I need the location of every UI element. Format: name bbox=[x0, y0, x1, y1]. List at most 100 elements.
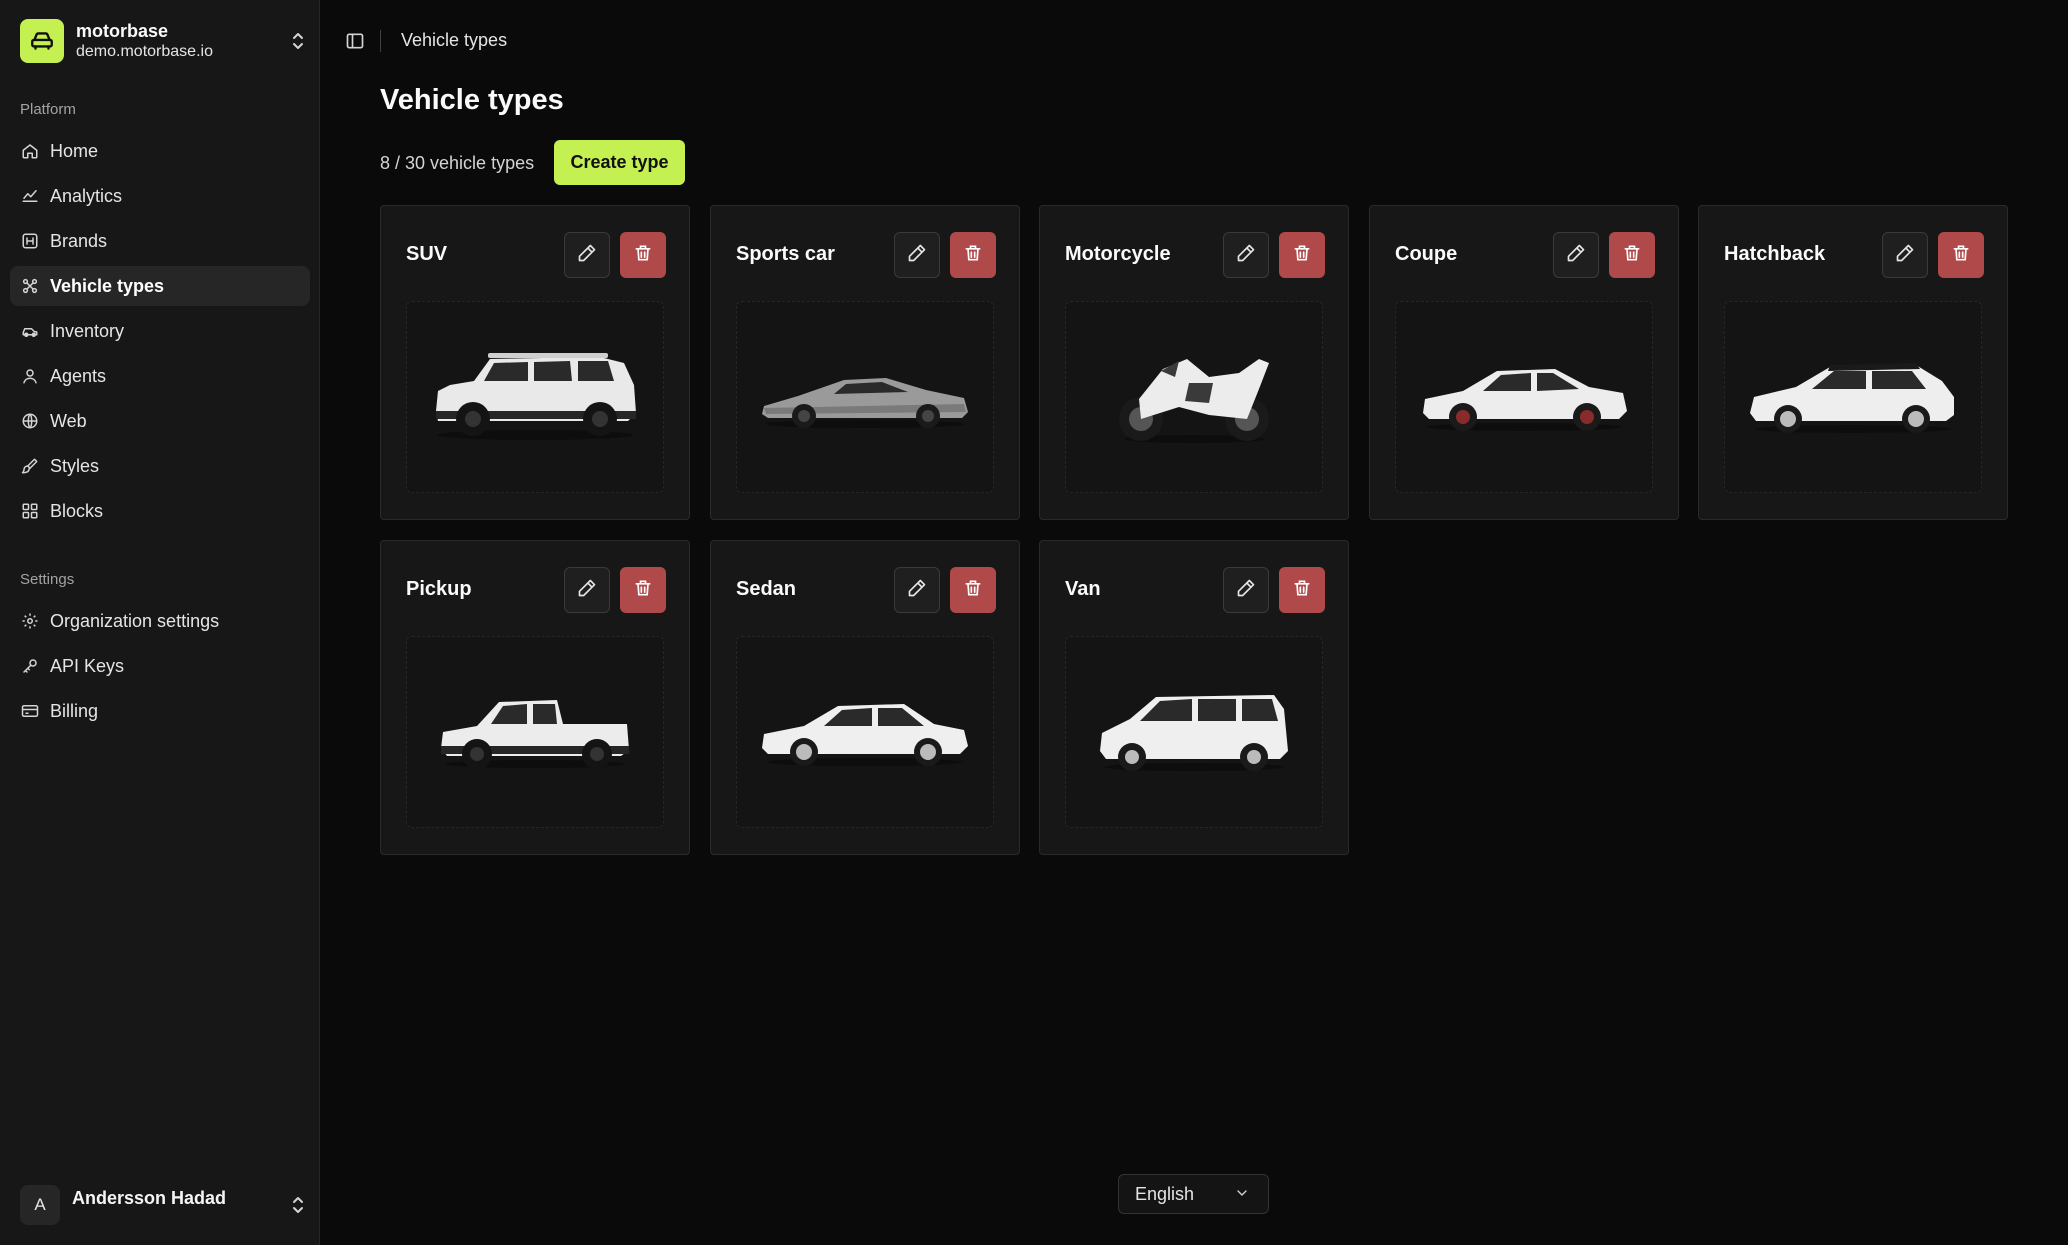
vehicle-type-card: Hatchback bbox=[1698, 205, 2008, 520]
sidebar-toggle-icon[interactable] bbox=[342, 28, 368, 54]
car-icon bbox=[20, 321, 40, 341]
sidebar-item-vehicle-types[interactable]: Vehicle types bbox=[10, 266, 310, 306]
user-name: Andersson Hadad bbox=[72, 1187, 227, 1208]
sidebar-item-label: Styles bbox=[50, 455, 100, 476]
sidebar-item-organization-settings[interactable]: Organization settings bbox=[10, 601, 310, 641]
vehicle-image bbox=[406, 301, 664, 493]
org-name: motorbase bbox=[76, 21, 169, 41]
brand-icon bbox=[20, 231, 40, 251]
delete-button[interactable] bbox=[950, 567, 996, 613]
sidebar-item-label: Organization settings bbox=[50, 610, 220, 631]
sidebar-item-label: Brands bbox=[50, 230, 108, 251]
sidebar-item-web[interactable]: Web bbox=[10, 401, 310, 441]
sidebar-item-agents[interactable]: Agents bbox=[10, 356, 310, 396]
page-title: Vehicle types bbox=[380, 84, 564, 116]
sidebar-item-brands[interactable]: Brands bbox=[10, 221, 310, 261]
pencil-icon bbox=[907, 243, 927, 268]
credit-card-icon bbox=[20, 701, 40, 721]
trash-icon bbox=[963, 243, 983, 268]
user-icon bbox=[20, 366, 40, 386]
trash-icon bbox=[633, 578, 653, 603]
trash-icon bbox=[1292, 243, 1312, 268]
sidebar-item-api-keys[interactable]: API Keys bbox=[10, 646, 310, 686]
trash-icon bbox=[1951, 243, 1971, 268]
vehicle-image bbox=[736, 636, 994, 828]
pencil-icon bbox=[1566, 243, 1586, 268]
sidebar-item-styles[interactable]: Styles bbox=[10, 446, 310, 486]
sidebar-item-label: Agents bbox=[50, 365, 107, 386]
edit-button[interactable] bbox=[1223, 232, 1269, 278]
sidebar-item-analytics[interactable]: Analytics bbox=[10, 176, 310, 216]
language-value: English bbox=[1135, 1183, 1195, 1204]
pencil-icon bbox=[907, 578, 927, 603]
card-title: Hatchback bbox=[1724, 243, 1826, 265]
delete-button[interactable] bbox=[620, 232, 666, 278]
vehicle-type-card: SUV bbox=[380, 205, 690, 520]
chevron-down-icon bbox=[1234, 1185, 1250, 1206]
vehicle-image bbox=[1395, 301, 1653, 493]
sidebar-item-home[interactable]: Home bbox=[10, 131, 310, 171]
edit-button[interactable] bbox=[1223, 567, 1269, 613]
avatar: A bbox=[20, 1185, 60, 1225]
language-select[interactable]: English bbox=[1118, 1174, 1269, 1214]
sidebar-item-blocks[interactable]: Blocks bbox=[10, 491, 310, 531]
pencil-icon bbox=[577, 243, 597, 268]
chevrons-up-down-icon bbox=[286, 29, 310, 53]
vehicle-image bbox=[1724, 301, 1982, 493]
vehicle-type-count: 8 / 30 vehicle types bbox=[380, 153, 535, 173]
platform-section-label: Platform bbox=[20, 101, 76, 118]
user-menu[interactable]: A Andersson Hadad bbox=[14, 1180, 310, 1230]
sidebar-item-label: Billing bbox=[50, 700, 99, 721]
globe-icon bbox=[20, 411, 40, 431]
divider bbox=[380, 30, 381, 52]
delete-button[interactable] bbox=[620, 567, 666, 613]
sidebar-item-label: Vehicle types bbox=[50, 275, 165, 296]
pencil-icon bbox=[577, 578, 597, 603]
pencil-icon bbox=[1236, 243, 1256, 268]
create-type-button[interactable]: Create type bbox=[554, 140, 685, 185]
home-icon bbox=[20, 141, 40, 161]
card-title: SUV bbox=[406, 243, 448, 265]
vehicle-type-card: Motorcycle bbox=[1039, 205, 1349, 520]
delete-button[interactable] bbox=[1609, 232, 1655, 278]
vehicle-type-card: Sports car bbox=[710, 205, 1020, 520]
breadcrumb: Vehicle types bbox=[401, 30, 508, 50]
key-icon bbox=[20, 656, 40, 676]
brush-icon bbox=[20, 456, 40, 476]
blocks-icon bbox=[20, 501, 40, 521]
card-title: Motorcycle bbox=[1065, 243, 1171, 265]
delete-button[interactable] bbox=[1279, 232, 1325, 278]
sidebar-item-label: API Keys bbox=[50, 655, 125, 676]
top-bar: Vehicle types bbox=[320, 0, 2068, 80]
sidebar-item-label: Home bbox=[50, 140, 99, 161]
trash-icon bbox=[1622, 243, 1642, 268]
delete-button[interactable] bbox=[1938, 232, 1984, 278]
vehicle-image bbox=[1065, 636, 1323, 828]
gear-icon bbox=[20, 611, 40, 631]
card-title: Van bbox=[1065, 578, 1101, 600]
card-title: Sedan bbox=[736, 578, 797, 600]
chevrons-up-down-icon bbox=[286, 1193, 310, 1217]
pencil-icon bbox=[1895, 243, 1915, 268]
vehicle-type-card: Sedan bbox=[710, 540, 1020, 855]
edit-button[interactable] bbox=[564, 567, 610, 613]
vehicle-image bbox=[406, 636, 664, 828]
pencil-icon bbox=[1236, 578, 1256, 603]
edit-button[interactable] bbox=[894, 232, 940, 278]
vehicle-image bbox=[1065, 301, 1323, 493]
edit-button[interactable] bbox=[564, 232, 610, 278]
org-switcher[interactable]: motorbase demo.motorbase.io bbox=[14, 14, 310, 68]
sidebar-item-billing[interactable]: Billing bbox=[10, 691, 310, 731]
delete-button[interactable] bbox=[950, 232, 996, 278]
org-domain: demo.motorbase.io bbox=[76, 43, 213, 60]
sidebar-item-label: Web bbox=[50, 410, 87, 431]
delete-button[interactable] bbox=[1279, 567, 1325, 613]
sidebar-item-inventory[interactable]: Inventory bbox=[10, 311, 310, 351]
vehicle-image bbox=[736, 301, 994, 493]
settings-section-label: Settings bbox=[20, 571, 75, 588]
vehicle-type-card: Van bbox=[1039, 540, 1349, 855]
card-title: Sports car bbox=[736, 243, 835, 265]
edit-button[interactable] bbox=[1882, 232, 1928, 278]
edit-button[interactable] bbox=[1553, 232, 1599, 278]
edit-button[interactable] bbox=[894, 567, 940, 613]
